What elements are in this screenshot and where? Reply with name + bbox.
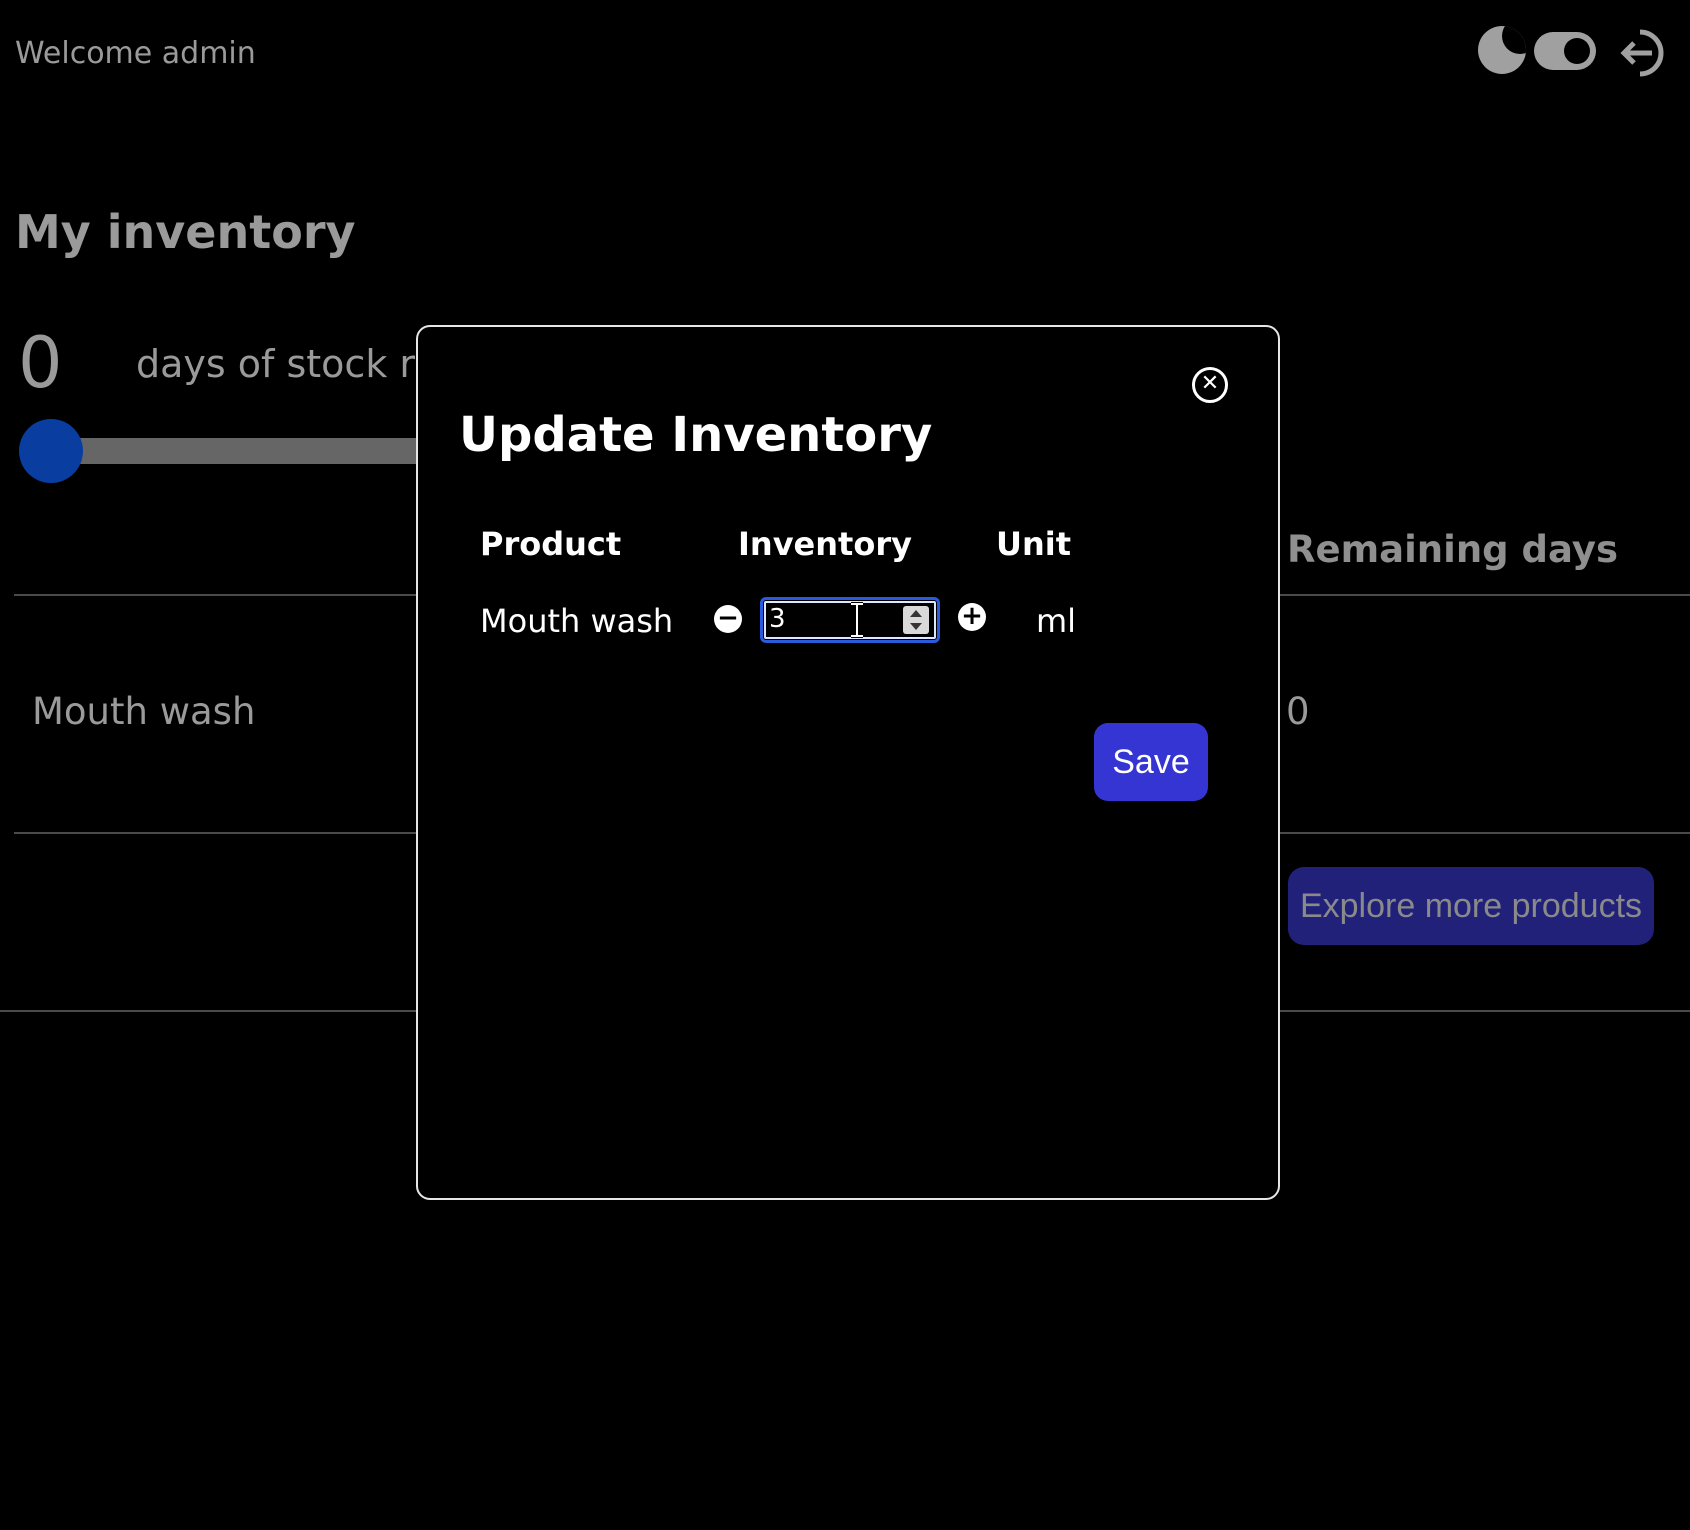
modal-title: Update Inventory: [459, 407, 933, 463]
logout-icon[interactable]: [1618, 26, 1672, 80]
theme-toggle[interactable]: [1534, 32, 1596, 70]
days-of-stock-label: days of stock re: [136, 342, 438, 386]
column-header-remaining-days: Remaining days: [1287, 528, 1618, 571]
page: Welcome admin My inventory 0 days of sto…: [0, 0, 1690, 1530]
table-cell-remaining: 0: [1286, 690, 1310, 733]
save-button[interactable]: Save: [1094, 723, 1208, 801]
close-circle-icon[interactable]: ✕: [1192, 367, 1228, 403]
spin-down-icon[interactable]: [910, 623, 922, 630]
moon-icon: [1478, 26, 1526, 74]
header-unit: Unit: [996, 525, 1072, 563]
days-of-stock-value: 0: [18, 322, 63, 404]
header-inventory: Inventory: [738, 525, 912, 563]
spin-up-icon[interactable]: [910, 610, 922, 617]
days-slider-track[interactable]: [50, 438, 430, 464]
toggle-knob: [1564, 38, 1590, 64]
inventory-input[interactable]: [769, 604, 889, 634]
modal-unit: ml: [1036, 602, 1077, 640]
page-title: My inventory: [15, 205, 356, 259]
explore-more-products-button[interactable]: Explore more products: [1288, 867, 1654, 945]
text-cursor-icon: [851, 602, 863, 638]
header-product: Product: [480, 525, 622, 563]
table-cell-product: Mouth wash: [32, 690, 256, 733]
modal-product-name: Mouth wash: [480, 602, 674, 640]
welcome-text: Welcome admin: [15, 36, 256, 71]
inventory-quantity-stepper[interactable]: [760, 597, 940, 643]
top-right-controls: [1470, 24, 1690, 84]
decrement-button[interactable]: −: [714, 605, 742, 633]
spin-buttons[interactable]: [903, 606, 929, 634]
increment-button[interactable]: +: [958, 603, 986, 631]
days-slider-thumb[interactable]: [19, 419, 83, 483]
update-inventory-modal: ✕ Update Inventory Product Inventory Uni…: [416, 325, 1280, 1200]
